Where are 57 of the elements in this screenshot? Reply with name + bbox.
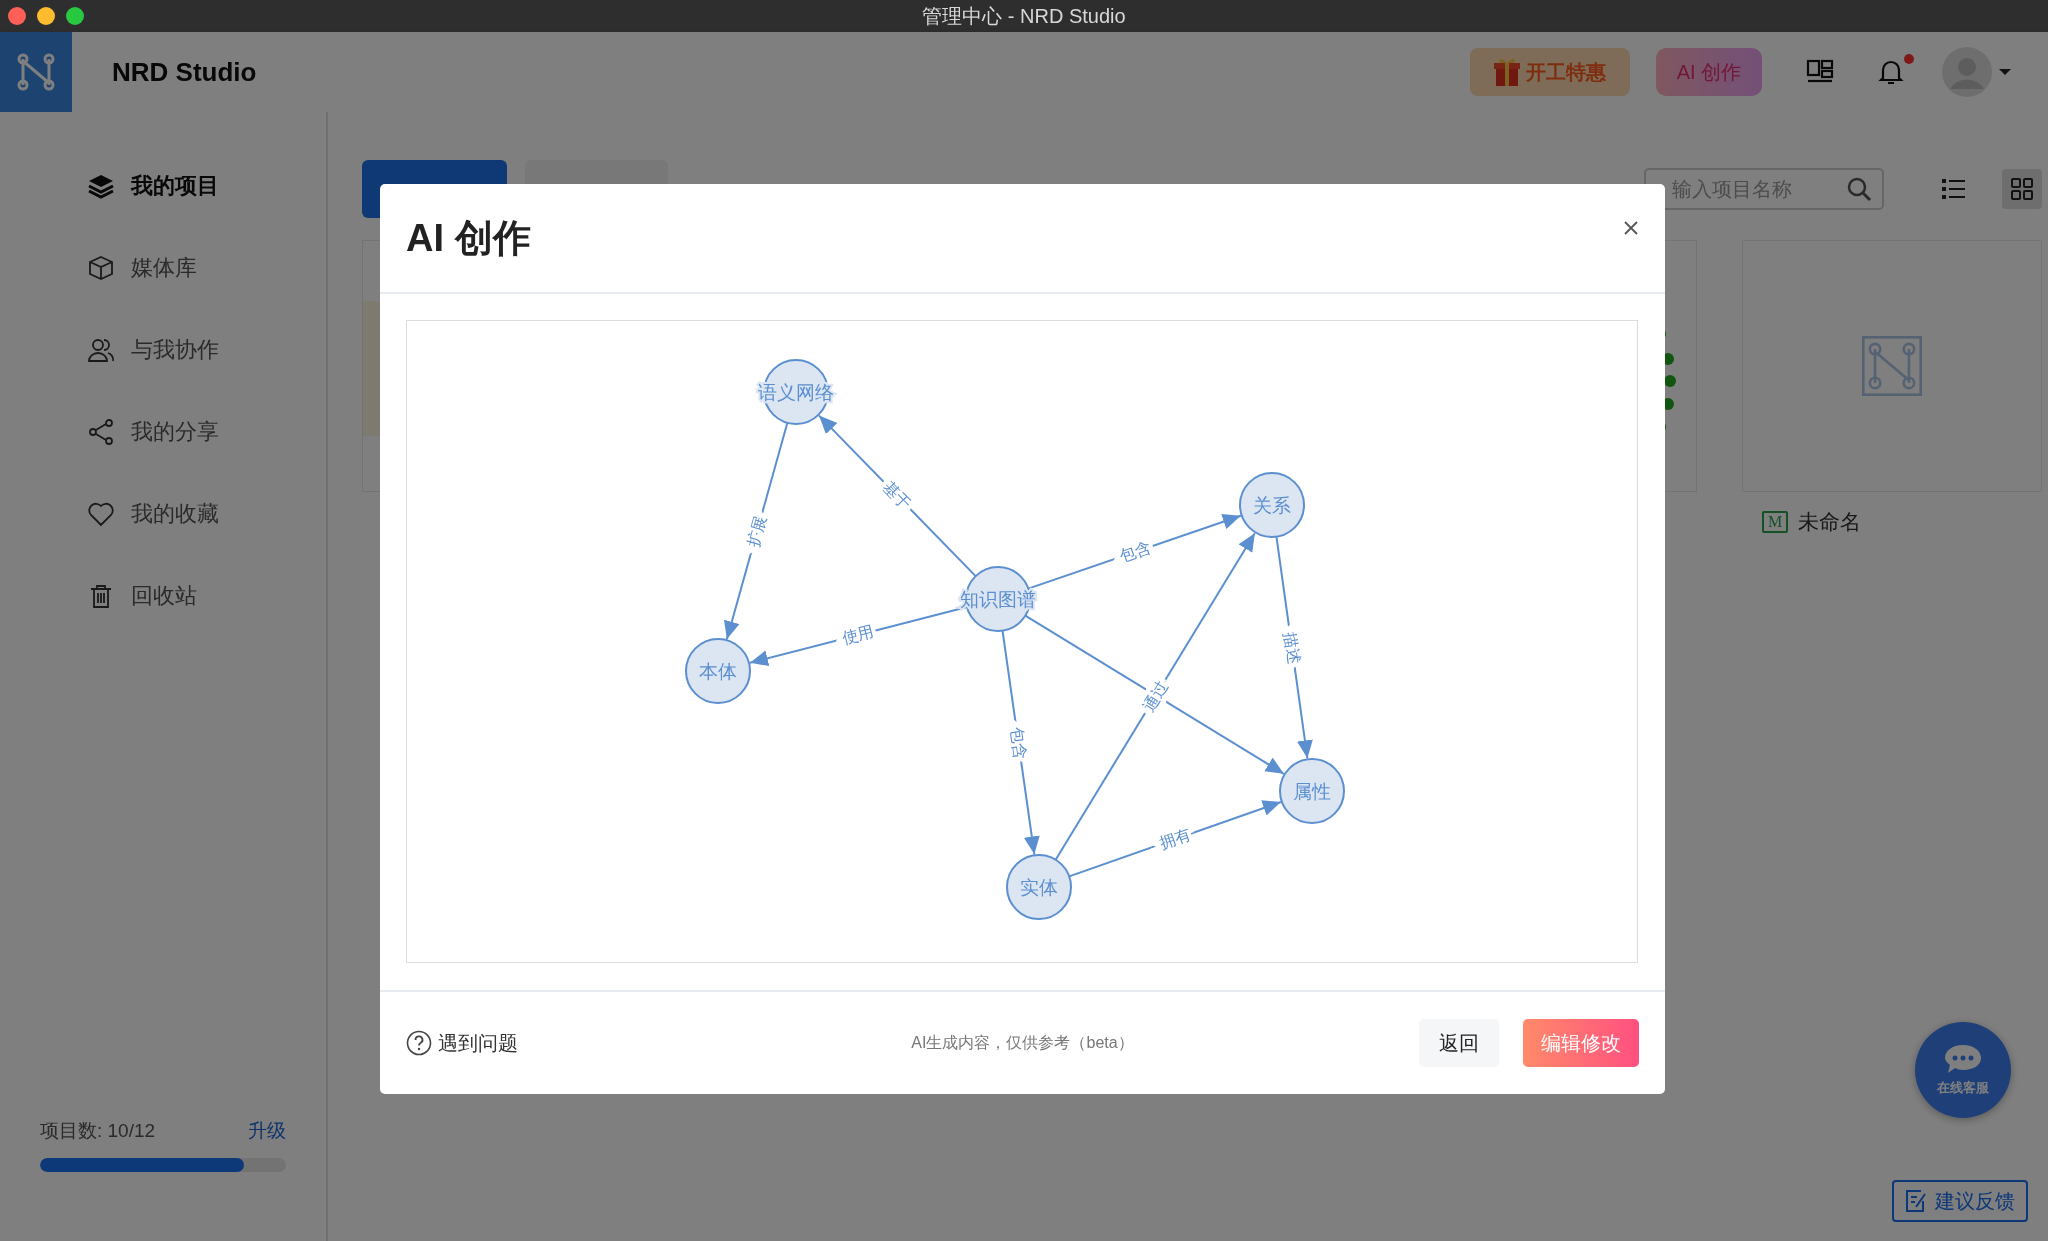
minimize-window-button[interactable] bbox=[37, 7, 55, 25]
sidebar-item-icon bbox=[87, 172, 115, 200]
grid-icon bbox=[2010, 177, 2034, 201]
chat-bubble-icon bbox=[1943, 1043, 1983, 1075]
type-badge: M bbox=[1762, 511, 1789, 533]
logo-placeholder-icon bbox=[1862, 336, 1922, 396]
disclaimer-text: AI生成内容，仅供参考（beta） bbox=[911, 1032, 1134, 1053]
caret-icon[interactable] bbox=[1998, 67, 2012, 77]
graph-node[interactable] bbox=[1006, 854, 1072, 920]
edge-label: 拥有 bbox=[1157, 825, 1194, 853]
close-icon[interactable] bbox=[1623, 220, 1639, 236]
node-label: 关系 bbox=[1253, 494, 1291, 516]
promo-button[interactable]: 开工特惠 bbox=[1470, 48, 1630, 96]
zoom-window-button[interactable] bbox=[66, 7, 84, 25]
sidebar-item[interactable]: 我的项目 bbox=[0, 145, 326, 227]
sidebar-item[interactable]: 我的收藏 bbox=[0, 473, 326, 555]
help-link[interactable]: 遇到问题 bbox=[406, 1029, 518, 1057]
edge-label: 包含 bbox=[1117, 538, 1153, 566]
edge-label: 通过 bbox=[1139, 677, 1172, 715]
edge-label: 包含 bbox=[1007, 725, 1030, 761]
node-label: 属性 bbox=[1293, 780, 1331, 802]
sidebar-item-icon bbox=[87, 418, 115, 446]
sidebar-item[interactable]: 媒体库 bbox=[0, 227, 326, 309]
brand-name: NRD Studio bbox=[112, 56, 257, 88]
edge-label: 扩展 bbox=[744, 513, 770, 550]
graph-node[interactable] bbox=[1239, 472, 1305, 538]
feedback-button[interactable]: 建议反馈 bbox=[1892, 1180, 2028, 1222]
back-button[interactable]: 返回 bbox=[1419, 1019, 1499, 1067]
window-title: 管理中心 - NRD Studio bbox=[922, 3, 1126, 29]
upgrade-link[interactable]: 升级 bbox=[248, 1118, 286, 1144]
layout-icon[interactable] bbox=[1806, 59, 1834, 85]
search-icon[interactable] bbox=[1846, 176, 1872, 202]
notification-bell-icon[interactable] bbox=[1878, 58, 1904, 86]
grid-view-button[interactable] bbox=[2002, 169, 2042, 209]
sidebar-item-icon bbox=[87, 500, 115, 528]
graph-node[interactable] bbox=[1279, 758, 1345, 824]
edge-label: 基于 bbox=[879, 478, 915, 513]
project-name[interactable]: 未命名 bbox=[1798, 508, 1862, 536]
edit-button[interactable]: 编辑修改 bbox=[1523, 1019, 1639, 1067]
sidebar-item[interactable]: 我的分享 bbox=[0, 391, 326, 473]
question-icon bbox=[406, 1030, 432, 1056]
list-icon bbox=[1942, 178, 1966, 200]
node-label: 实体 bbox=[1020, 876, 1058, 898]
sidebar-item[interactable]: 与我协作 bbox=[0, 309, 326, 391]
edge-label: 使用 bbox=[840, 622, 876, 648]
node-label: 本体 bbox=[699, 660, 737, 682]
edge-label: 描述 bbox=[1281, 631, 1303, 665]
sidebar-item-icon bbox=[87, 336, 115, 364]
edit-note-icon bbox=[1905, 1189, 1927, 1213]
close-window-button[interactable] bbox=[8, 7, 26, 25]
gift-icon bbox=[1494, 57, 1520, 87]
project-count: 项目数: 10/12 bbox=[40, 1119, 156, 1143]
graph-node[interactable] bbox=[685, 638, 751, 704]
sidebar-item[interactable]: 回收站 bbox=[0, 555, 326, 637]
sidebar-item-icon bbox=[87, 254, 115, 282]
dialog-title: AI 创作 bbox=[406, 215, 531, 261]
logo-icon[interactable] bbox=[0, 32, 72, 112]
